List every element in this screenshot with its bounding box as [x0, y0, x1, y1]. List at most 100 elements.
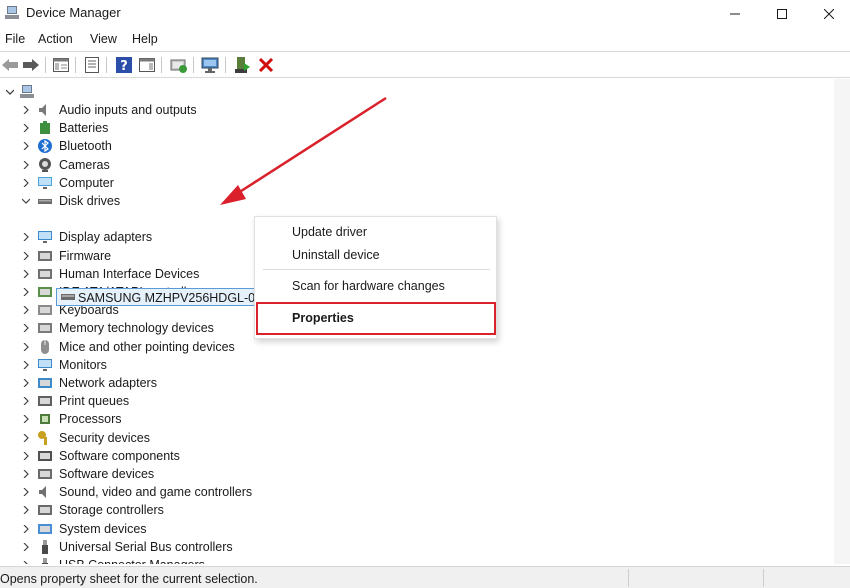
- enable-device-button[interactable]: [232, 55, 252, 75]
- minimize-icon: [730, 13, 740, 14]
- disk-device-samsung[interactable]: SAMSUNG MZHPV256HDGL-000L1: [56, 288, 283, 306]
- tree-item-label: Print queues: [59, 394, 130, 409]
- battery-icon: [40, 121, 50, 135]
- disk-drive-icon: [38, 199, 52, 204]
- chevron-right-icon[interactable]: [22, 561, 30, 564]
- chevron-right-icon[interactable]: [22, 524, 30, 533]
- back-button[interactable]: [0, 55, 20, 75]
- sound-icon: [39, 486, 46, 499]
- vertical-scrollbar[interactable]: [834, 79, 850, 564]
- action-pane-button[interactable]: [137, 55, 157, 75]
- tree-item-security-devices[interactable]: Security devices: [0, 429, 300, 447]
- toolbar-separator: [193, 57, 194, 73]
- chevron-right-icon[interactable]: [22, 106, 30, 114]
- tree-item-mice-and-other-pointing-devices[interactable]: Mice and other pointing devices: [0, 338, 300, 356]
- toolbar-separator: [106, 57, 107, 73]
- chevron-down-icon[interactable]: [22, 197, 30, 205]
- chevron-right-icon[interactable]: [22, 488, 30, 497]
- help-button[interactable]: ?: [114, 55, 134, 75]
- tree-item-monitors[interactable]: Monitors: [0, 356, 300, 374]
- status-divider: [763, 569, 764, 587]
- tree-item-audio-inputs-and-outputs[interactable]: Audio inputs and outputs: [0, 101, 300, 119]
- menu-update-driver[interactable]: Update driver: [292, 225, 367, 239]
- properties-button[interactable]: [82, 55, 102, 75]
- minimize-button[interactable]: [712, 0, 758, 27]
- tree-root[interactable]: [2, 83, 42, 101]
- tree-item-storage-controllers[interactable]: Storage controllers: [0, 501, 300, 519]
- chevron-right-icon[interactable]: [22, 379, 30, 387]
- tree-item-software-devices[interactable]: Software devices: [0, 465, 300, 483]
- tree-item-usb-connector-managers[interactable]: USB Connector Managers: [0, 556, 300, 564]
- tree-item-sound-video-and-game-controllers[interactable]: Sound, video and game controllers: [0, 483, 300, 501]
- chevron-right-icon[interactable]: [22, 542, 30, 551]
- maximize-icon: [777, 8, 787, 19]
- usb-icon: [42, 539, 48, 554]
- tree-item-print-queues[interactable]: Print queues: [0, 392, 300, 410]
- context-menu-separator: [263, 269, 490, 270]
- tree-item-software-components[interactable]: Software components: [0, 447, 300, 465]
- uninstall-button[interactable]: [256, 55, 276, 75]
- network-icon: [38, 378, 52, 388]
- menu-uninstall-device[interactable]: Uninstall device: [292, 248, 380, 262]
- menu-file[interactable]: File: [5, 32, 25, 46]
- menu-properties[interactable]: Properties: [292, 311, 354, 325]
- menu-action[interactable]: Action: [38, 32, 73, 46]
- chevron-right-icon[interactable]: [22, 397, 30, 406]
- menu-scan-hardware[interactable]: Scan for hardware changes: [292, 279, 445, 293]
- software-component-icon: [38, 450, 52, 461]
- printer-icon: [38, 396, 52, 407]
- menu-view[interactable]: View: [90, 32, 117, 46]
- chevron-right-icon[interactable]: [22, 269, 30, 278]
- tree-item-batteries[interactable]: Batteries: [0, 119, 300, 137]
- chevron-right-icon[interactable]: [22, 324, 30, 333]
- tree-item-bluetooth[interactable]: Bluetooth: [0, 137, 300, 155]
- security-key-icon: [38, 430, 47, 445]
- update-driver-button[interactable]: [169, 55, 189, 75]
- maximize-button[interactable]: [759, 0, 805, 27]
- chevron-right-icon[interactable]: [22, 433, 30, 442]
- tree-item-disk-drives[interactable]: Disk drives: [0, 192, 300, 210]
- action-pane-icon: [139, 58, 155, 72]
- title-bar: Device Manager: [0, 0, 850, 27]
- chevron-right-icon[interactable]: [22, 142, 30, 151]
- tree-item-label: Audio inputs and outputs: [59, 103, 197, 117]
- usb-connector-icon: [42, 558, 48, 564]
- menu-help[interactable]: Help: [132, 32, 158, 46]
- tree-item-label: Bluetooth: [59, 139, 112, 154]
- chevron-down-icon: [6, 89, 14, 95]
- context-menu: Update driver Uninstall device Scan for …: [254, 216, 497, 339]
- chevron-right-icon[interactable]: [22, 251, 30, 260]
- chevron-right-icon[interactable]: [22, 451, 30, 460]
- toolbar: ?: [0, 51, 850, 78]
- disk-device-label: SAMSUNG MZHPV256HDGL-000L1: [78, 291, 283, 305]
- tree-item-label: Firmware: [59, 248, 112, 263]
- chevron-right-icon[interactable]: [22, 470, 30, 478]
- tree-item-computer[interactable]: Computer: [0, 174, 300, 192]
- chevron-right-icon[interactable]: [22, 415, 30, 424]
- chevron-right-icon[interactable]: [22, 306, 30, 315]
- update-driver-icon: [170, 59, 187, 73]
- tree-item-universal-serial-bus-controllers[interactable]: Universal Serial Bus controllers: [0, 538, 300, 556]
- chevron-right-icon[interactable]: [22, 342, 30, 351]
- tree-item-label: Software devices: [59, 467, 155, 481]
- tree-item-cameras[interactable]: Cameras: [0, 156, 300, 174]
- chevron-right-icon[interactable]: [22, 288, 30, 296]
- tree-item-processors[interactable]: Processors: [0, 410, 300, 428]
- close-button[interactable]: [806, 0, 850, 27]
- forward-button[interactable]: [21, 55, 41, 75]
- help-icon: ?: [116, 57, 132, 73]
- show-hide-tree-button[interactable]: [51, 55, 71, 75]
- storage-icon: [38, 505, 52, 516]
- chevron-right-icon[interactable]: [22, 124, 30, 133]
- chevron-right-icon[interactable]: [22, 160, 30, 169]
- chevron-right-icon[interactable]: [22, 506, 30, 515]
- computer-root-icon: [20, 85, 34, 98]
- tree-item-label: Software components: [59, 448, 180, 463]
- chevron-right-icon[interactable]: [22, 178, 30, 187]
- tree-item-system-devices[interactable]: System devices: [0, 520, 300, 538]
- chevron-right-icon[interactable]: [22, 360, 30, 369]
- chevron-right-icon[interactable]: [22, 233, 30, 242]
- tree-item-network-adapters[interactable]: Network adapters: [0, 374, 300, 392]
- tree-item-label: Memory technology devices: [59, 321, 214, 336]
- scan-hardware-button[interactable]: [200, 55, 220, 75]
